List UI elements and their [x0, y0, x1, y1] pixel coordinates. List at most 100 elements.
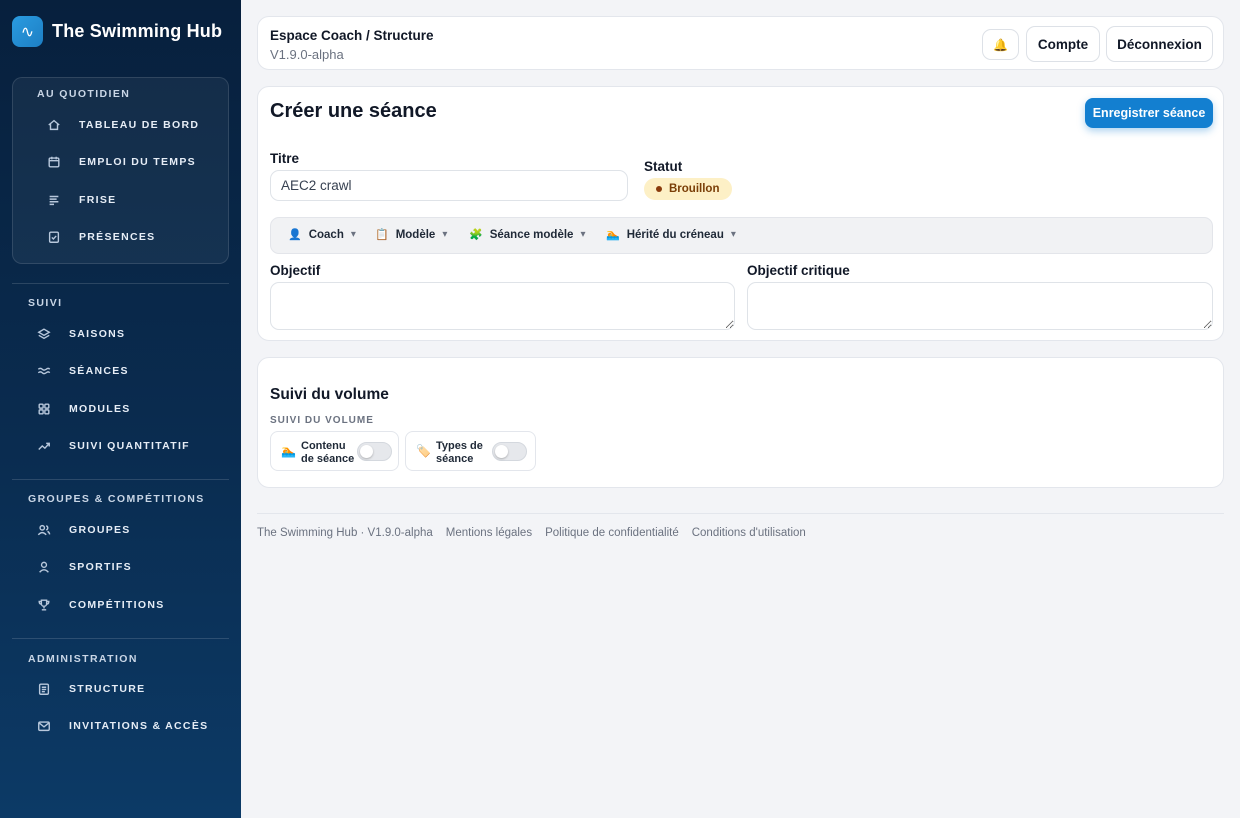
- toggle-label: Contenu de séance: [301, 440, 355, 465]
- checklist-icon: [47, 230, 61, 244]
- sidebar-item-groupes[interactable]: GROUPES: [37, 520, 131, 540]
- meta-herite-du-creneau[interactable]: 🏊 Hérité du créneau ▾: [606, 228, 736, 242]
- home-icon: [47, 118, 61, 132]
- critical-objective-label: Objectif critique: [747, 263, 850, 278]
- meta-modele[interactable]: 📋 Modèle ▾: [375, 228, 448, 242]
- sidebar-item-label: SÉANCES: [69, 365, 129, 377]
- meta-seance-modele[interactable]: 🧩 Séance modèle ▾: [469, 228, 586, 242]
- title-input[interactable]: [270, 170, 628, 201]
- critical-objective-textarea[interactable]: [747, 282, 1213, 330]
- chevron-down-icon: ▾: [730, 229, 736, 240]
- document-icon: [37, 682, 51, 696]
- footer-divider: [257, 513, 1224, 514]
- layers-icon: [37, 327, 51, 341]
- title-label: Titre: [270, 151, 300, 166]
- footer-link-mentions[interactable]: Mentions légales: [446, 527, 532, 539]
- sidebar-item-frise[interactable]: FRISE: [47, 190, 116, 210]
- sidebar-item-label: MODULES: [69, 403, 131, 415]
- sidebar-item-label: PRÉSENCES: [79, 231, 156, 243]
- toggle-knob: [360, 445, 373, 458]
- user-icon: [37, 560, 51, 574]
- sidebar-item-sportifs[interactable]: SPORTIFS: [37, 557, 132, 577]
- status-badge[interactable]: Brouillon: [644, 178, 732, 200]
- section-title-suivi: SUIVI: [28, 297, 63, 309]
- users-icon: [37, 523, 51, 537]
- toggle-knob: [495, 445, 508, 458]
- save-session-button[interactable]: Enregistrer séance: [1085, 98, 1213, 128]
- sidebar-item-label: SPORTIFS: [69, 561, 132, 573]
- swimmer-icon: 🏊: [281, 444, 296, 458]
- page-title: Créer une séance: [270, 100, 437, 122]
- account-button[interactable]: Compte: [1026, 26, 1100, 62]
- trophy-icon: [37, 598, 51, 612]
- sidebar-item-label: SAISONS: [69, 328, 126, 340]
- sidebar-item-label: SUIVI QUANTITATIF: [69, 440, 190, 452]
- sidebar-item-label: EMPLOI DU TEMPS: [79, 156, 196, 168]
- create-session-card: Créer une séance Enregistrer séance Titr…: [257, 86, 1224, 341]
- sidebar-item-tableau-de-bord[interactable]: TABLEAU DE BORD: [47, 115, 199, 135]
- app-version: V1.9.0-alpha: [270, 47, 344, 62]
- sidebar-item-seances[interactable]: SÉANCES: [37, 361, 129, 381]
- objective-label: Objectif: [270, 263, 321, 278]
- sidebar-item-label: INVITATIONS & ACCÈS: [69, 720, 209, 732]
- footer: The Swimming Hub · V1.9.0-alpha Mentions…: [257, 527, 819, 539]
- toggle-label: Types de séance: [436, 440, 483, 465]
- sidebar-divider: [12, 479, 229, 480]
- sidebar-item-label: STRUCTURE: [69, 683, 146, 695]
- wave-icon: ∿: [12, 16, 43, 47]
- sidebar: ∿ The Swimming Hub AU QUOTIDIEN TABLEAU …: [0, 0, 241, 818]
- chevron-down-icon: ▾: [442, 229, 448, 240]
- sidebar-item-label: FRISE: [79, 194, 117, 206]
- sidebar-item-suivi-quantitatif[interactable]: SUIVI QUANTITATIF: [37, 436, 190, 456]
- trend-icon: [37, 439, 51, 453]
- sidebar-item-modules[interactable]: MODULES: [37, 399, 131, 419]
- sidebar-item-emploi-du-temps[interactable]: EMPLOI DU TEMPS: [47, 152, 196, 172]
- footer-link-terms[interactable]: Conditions d'utilisation: [692, 527, 806, 539]
- top-bar: Espace Coach / Structure V1.9.0-alpha 🔔 …: [257, 16, 1224, 70]
- sidebar-item-label: COMPÉTITIONS: [69, 599, 165, 611]
- logout-button[interactable]: Déconnexion: [1106, 26, 1213, 62]
- toggle-switch[interactable]: [357, 442, 392, 461]
- breadcrumb: Espace Coach / Structure: [270, 28, 434, 43]
- section-title-groupes: GROUPES & COMPÉTITIONS: [28, 493, 205, 505]
- sidebar-item-saisons[interactable]: SAISONS: [37, 324, 125, 344]
- volume-title: Suivi du volume: [270, 386, 389, 403]
- footer-link-privacy[interactable]: Politique de confidentialité: [545, 527, 679, 539]
- toggle-types-de-seance[interactable]: 🏷️ Types de séance: [405, 431, 536, 471]
- meta-label: Séance modèle: [489, 228, 574, 241]
- toggle-contenu-de-seance[interactable]: 🏊 Contenu de séance: [270, 431, 399, 471]
- section-title-quotidien: AU QUOTIDIEN: [37, 88, 131, 100]
- sidebar-item-presences[interactable]: PRÉSENCES: [47, 227, 155, 247]
- sidebar-divider: [12, 638, 229, 639]
- puzzle-icon: 🧩: [469, 229, 483, 241]
- grid-icon: [37, 402, 51, 416]
- person-icon: 👤: [288, 229, 302, 241]
- brand-name: The Swimming Hub: [52, 21, 223, 41]
- meta-label: Coach: [308, 228, 344, 241]
- waves-icon: [37, 364, 51, 378]
- volume-card: Suivi du volume SUIVI DU VOLUME 🏊 Conten…: [257, 357, 1224, 488]
- status-value: Brouillon: [669, 183, 720, 195]
- toggle-switch[interactable]: [492, 442, 527, 461]
- meta-coach[interactable]: 👤 Coach ▾: [288, 228, 356, 242]
- sidebar-item-invitations[interactable]: INVITATIONS & ACCÈS: [37, 716, 208, 736]
- calendar-icon: [47, 155, 61, 169]
- objective-textarea[interactable]: [270, 282, 735, 330]
- timeline-icon: [47, 193, 61, 207]
- mail-icon: [37, 719, 51, 733]
- meta-label: Modèle: [395, 228, 436, 241]
- sidebar-item-label: GROUPES: [69, 524, 131, 536]
- chevron-down-icon: ▾: [580, 229, 586, 240]
- status-label: Statut: [644, 159, 683, 174]
- section-title-administration: ADMINISTRATION: [28, 653, 138, 665]
- meta-label: Hérité du créneau: [626, 228, 724, 241]
- sidebar-item-structure[interactable]: STRUCTURE: [37, 679, 145, 699]
- brand[interactable]: ∿ The Swimming Hub: [12, 16, 222, 47]
- sidebar-item-label: TABLEAU DE BORD: [79, 119, 200, 131]
- notifications-button[interactable]: 🔔: [982, 29, 1019, 60]
- sidebar-item-competitions[interactable]: COMPÉTITIONS: [37, 595, 165, 615]
- status-dot: [656, 186, 662, 192]
- sidebar-divider: [12, 283, 229, 284]
- bell-icon: 🔔: [993, 37, 1008, 52]
- swimmer-icon: 🏊: [606, 229, 620, 241]
